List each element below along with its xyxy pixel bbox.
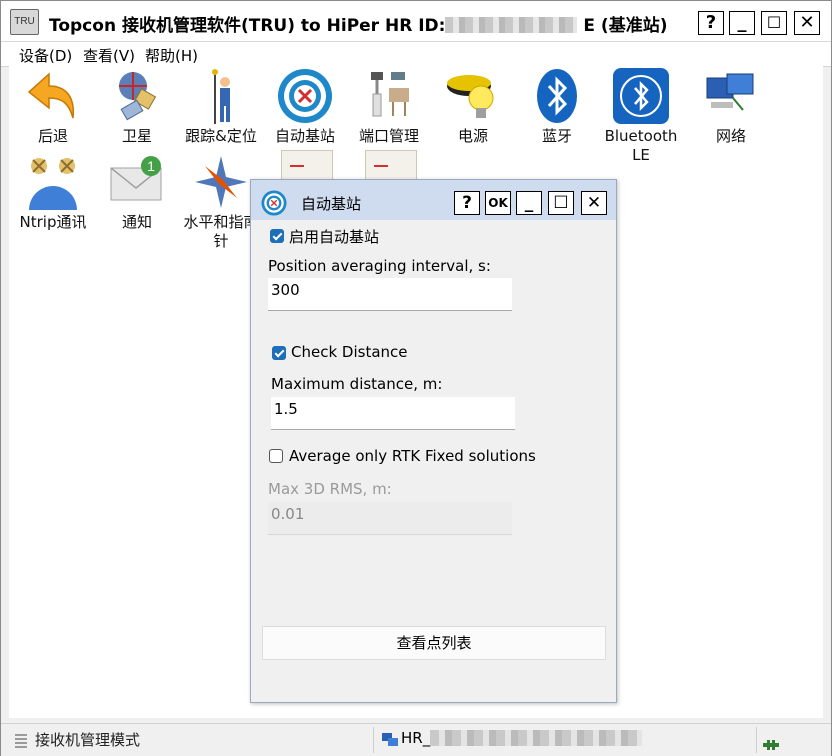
hidden-document-icon <box>365 150 417 179</box>
dialog-help-button[interactable]: ? <box>454 191 480 215</box>
tile-tracking-label: 跟踪&定位 <box>185 127 257 145</box>
menu-help[interactable]: 帮助(H) <box>145 45 198 66</box>
target-icon <box>261 190 287 216</box>
averaging-interval-input[interactable]: 300 <box>268 278 512 311</box>
title-bar[interactable]: TRU Topcon 接收机管理软件(TRU) to HiPer HR ID: … <box>1 1 831 42</box>
rtk-fixed-only-checkbox[interactable] <box>269 449 283 463</box>
tile-tracking[interactable]: 跟踪&定位 <box>179 68 263 146</box>
surveyor-icon <box>193 68 249 124</box>
tile-network-label: 网络 <box>715 127 746 145</box>
status-separator <box>756 727 757 753</box>
dialog-ok-button[interactable]: OK <box>485 191 511 215</box>
window-title-prefix: Topcon 接收机管理软件(TRU) to HiPer HR ID: <box>49 16 446 36</box>
menu-view[interactable]: 查看(V) <box>83 45 135 66</box>
tile-satellite-label: 卫星 <box>121 127 152 145</box>
network-icon <box>703 68 759 124</box>
app-icon: TRU <box>10 9 39 35</box>
minimize-button[interactable]: _ <box>729 11 755 35</box>
menu-device[interactable]: 设备(D) <box>19 45 72 66</box>
auto-base-dialog: 自动基站 ? OK _ ☐ ✕ 启用自动基站 Position averagin… <box>250 179 617 703</box>
dialog-minimize-button[interactable]: _ <box>516 191 542 215</box>
redacted-id <box>445 17 578 33</box>
tile-port-manager[interactable]: 端口管理 <box>347 68 431 146</box>
tile-network[interactable]: 网络 <box>689 68 773 146</box>
redacted-receiver-id <box>430 730 643 746</box>
enable-auto-base-label: 启用自动基站 <box>289 228 380 246</box>
tile-auto-base-label: 自动基站 <box>274 127 335 145</box>
check-distance-label: Check Distance <box>291 343 408 361</box>
averaging-interval-label: Position averaging interval, s: <box>268 257 491 275</box>
max-distance-label: Maximum distance, m: <box>271 375 443 393</box>
rtk-fixed-only-label: Average only RTK Fixed solutions <box>289 447 536 465</box>
tile-back[interactable]: 后退 <box>11 68 95 146</box>
max-rms-label: Max 3D RMS, m: <box>268 480 392 498</box>
dialog-close-button[interactable]: ✕ <box>581 191 607 215</box>
hidden-document-icon <box>281 150 333 179</box>
port-connector-icon <box>361 68 417 124</box>
enable-auto-base-checkbox[interactable] <box>270 229 284 243</box>
receiver-connection-icon <box>381 732 399 748</box>
handle-icon <box>15 734 27 748</box>
max-rms-input: 0.01 <box>268 502 512 535</box>
menu-bar: 设备(D) 查看(V) 帮助(H) <box>1 42 831 67</box>
bluetooth-le-icon <box>613 68 669 124</box>
main-window: TRU Topcon 接收机管理软件(TRU) to HiPer HR ID: … <box>0 0 832 756</box>
status-receiver-prefix: HR_ <box>401 729 431 747</box>
power-bulb-icon <box>445 68 501 124</box>
tile-notification[interactable]: 1 通知 <box>95 154 179 232</box>
tile-bluetooth-label: 蓝牙 <box>541 127 572 145</box>
back-arrow-icon <box>25 68 81 124</box>
view-points-button[interactable]: 查看点列表 <box>262 626 606 660</box>
tile-auto-base[interactable]: 自动基站 <box>263 68 347 146</box>
connection-status-icon <box>763 735 779 750</box>
tile-bluetooth[interactable]: 蓝牙 <box>515 68 599 146</box>
status-bar: 接收机管理模式 HR_ <box>1 723 831 756</box>
mail-notification-icon: 1 <box>109 154 165 210</box>
help-button[interactable]: ? <box>698 11 724 35</box>
tile-port-manager-label: 端口管理 <box>358 127 419 145</box>
status-receiver: HR_ <box>401 729 643 747</box>
dialog-maximize-button[interactable]: ☐ <box>548 191 574 215</box>
tile-back-label: 后退 <box>37 127 68 145</box>
window-title: Topcon 接收机管理软件(TRU) to HiPer HR ID: E (基… <box>49 11 667 36</box>
check-distance-checkbox[interactable] <box>272 346 286 360</box>
svg-text:1: 1 <box>147 158 155 174</box>
tile-notification-label: 通知 <box>121 213 152 231</box>
status-separator <box>373 727 374 753</box>
maximize-button[interactable]: ☐ <box>761 11 787 35</box>
tile-satellite[interactable]: 卫星 <box>95 68 179 146</box>
bluetooth-icon <box>529 68 585 124</box>
dialog-title-bar[interactable]: 自动基站 ? OK _ ☐ ✕ <box>251 180 616 220</box>
tile-ntrip[interactable]: Ntrip通讯 <box>11 154 95 232</box>
window-title-suffix: E (基准站) <box>583 16 668 36</box>
status-mode: 接收机管理模式 <box>35 731 141 749</box>
tile-bluetooth-le-label: Bluetooth LE <box>604 127 678 164</box>
dialog-title: 自动基站 <box>301 195 362 213</box>
max-distance-input[interactable]: 1.5 <box>271 397 515 430</box>
tile-power[interactable]: 电源 <box>431 68 515 146</box>
satellite-icon <box>109 68 165 124</box>
target-icon <box>277 68 333 124</box>
ntrip-icon <box>25 154 81 210</box>
compass-icon <box>193 154 249 210</box>
tile-power-label: 电源 <box>457 127 488 145</box>
tile-bluetooth-le[interactable]: Bluetooth LE <box>599 68 683 165</box>
close-button[interactable]: ✕ <box>794 11 820 35</box>
tile-ntrip-label: Ntrip通讯 <box>19 213 87 231</box>
